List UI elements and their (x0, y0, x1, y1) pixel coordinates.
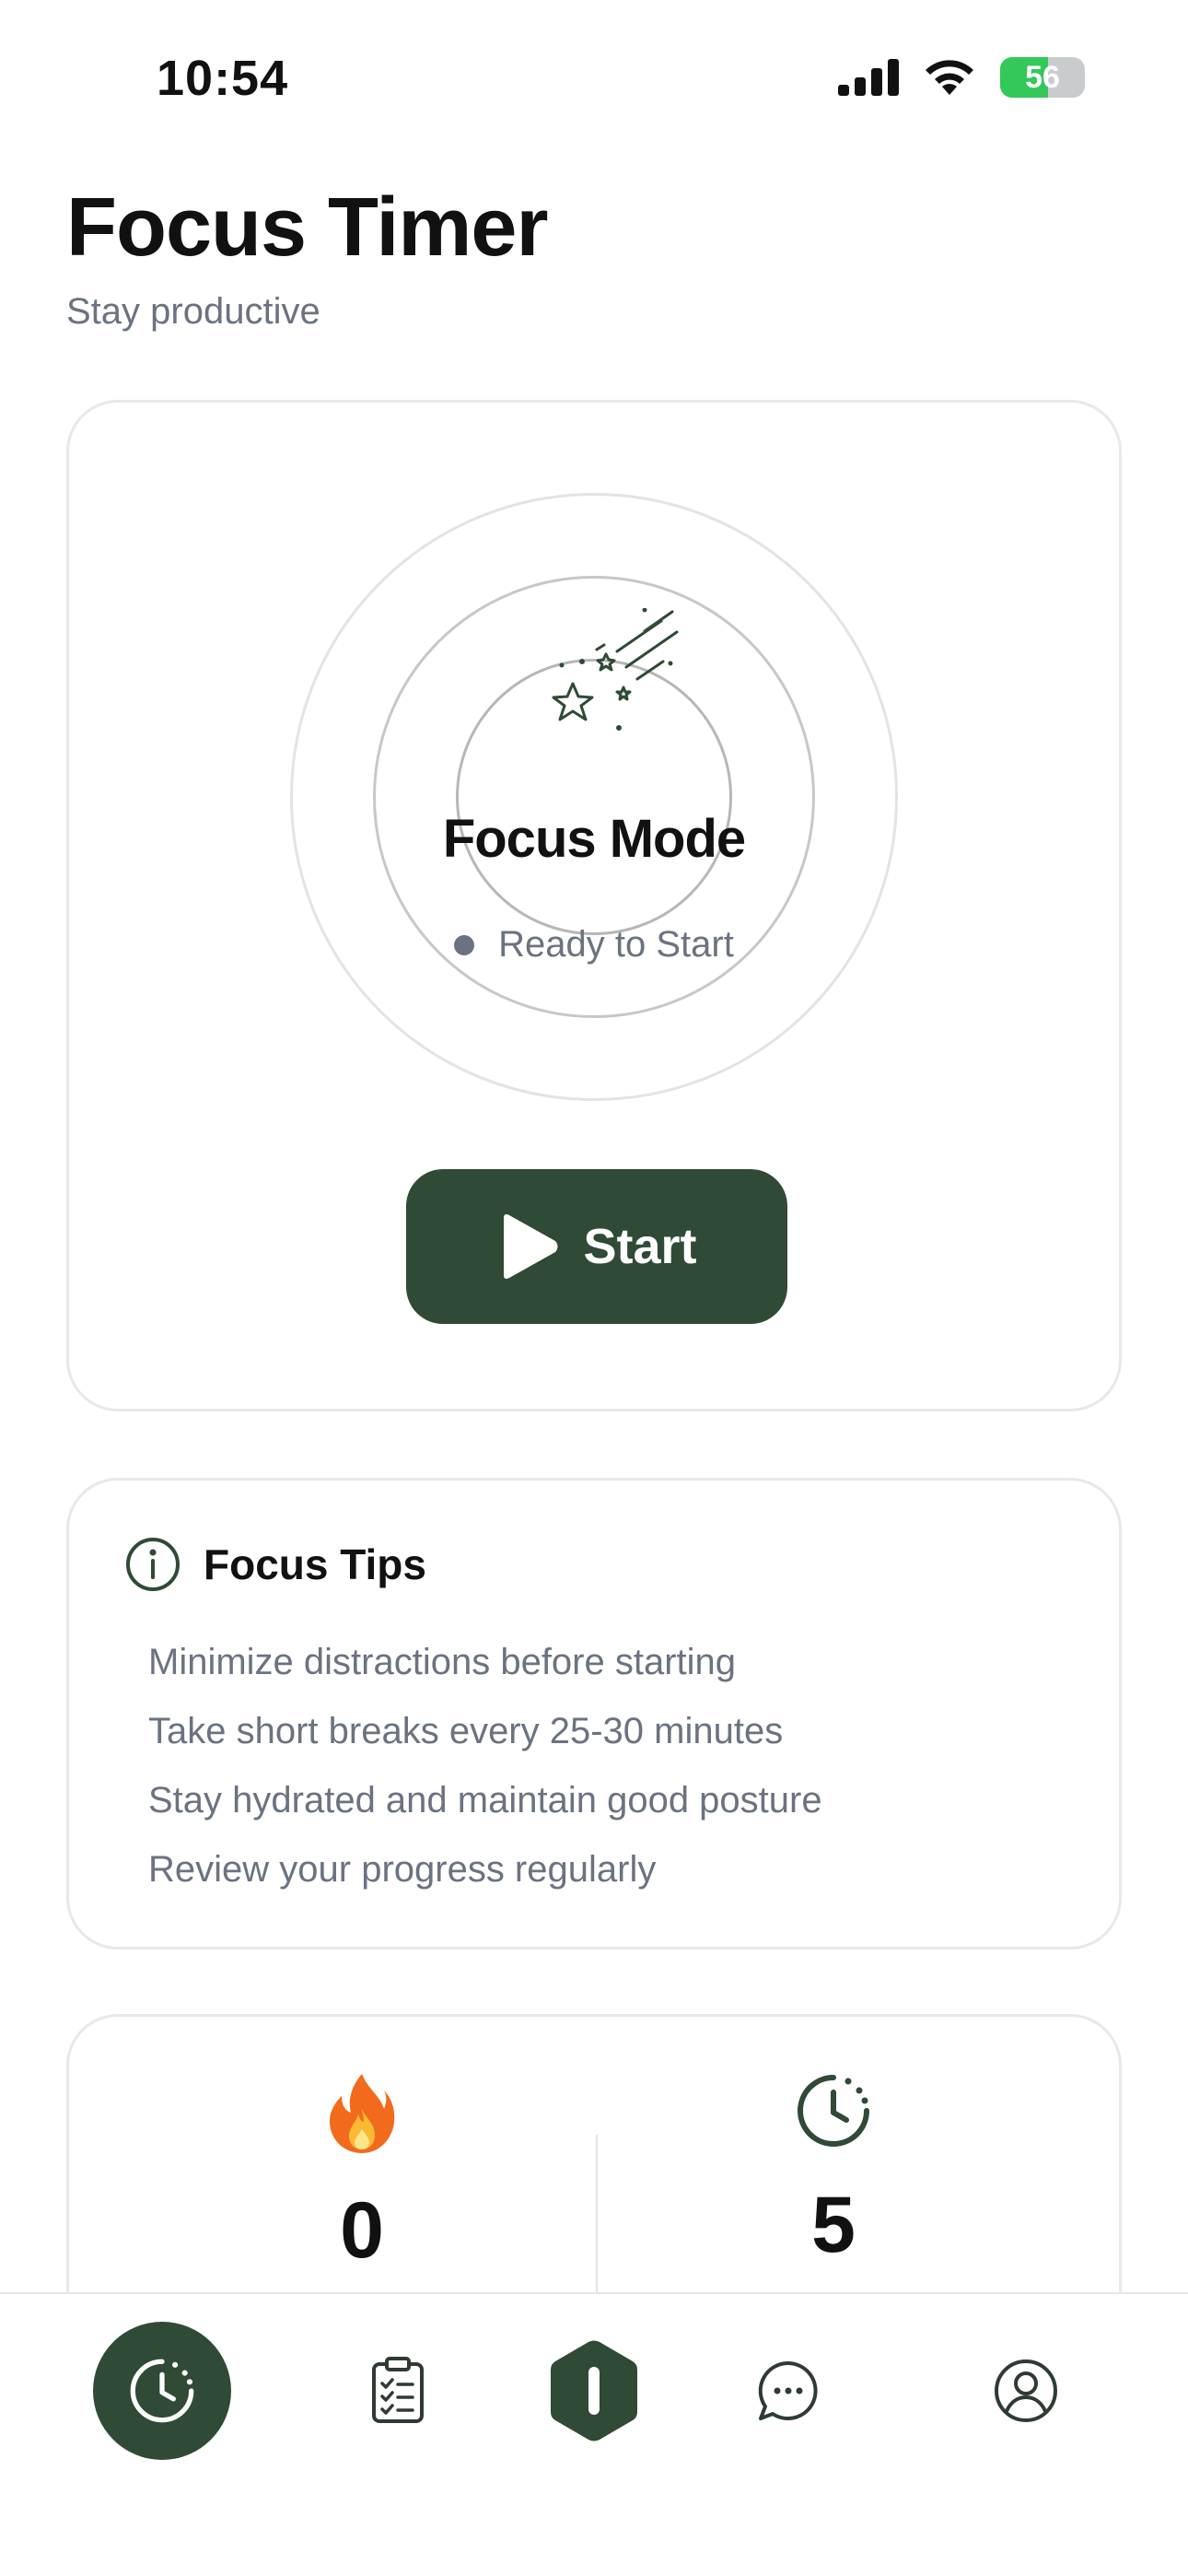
tips-header: Focus Tips (124, 1536, 426, 1593)
focus-rings: Focus Mode Ready to Start (290, 493, 898, 1101)
hexagon-focus-icon (551, 2340, 637, 2441)
start-button-label: Start (583, 1219, 697, 1274)
page-title: Focus Timer (66, 181, 548, 274)
status-time: 10:54 (157, 51, 289, 106)
tip-item: Stay hydrated and maintain good posture (148, 1780, 822, 1821)
info-icon (126, 1538, 180, 1591)
play-icon (504, 1214, 558, 1279)
chat-bubble-icon (758, 2360, 818, 2420)
tab-timer[interactable] (93, 2322, 231, 2460)
wifi-icon (926, 60, 973, 95)
shooting-stars-icon (552, 608, 679, 731)
timer-status-text: Ready to Start (498, 924, 734, 965)
tab-chat[interactable] (719, 2322, 857, 2460)
tips-title: Focus Tips (204, 1540, 426, 1588)
timer-icon (130, 2359, 194, 2423)
clock-icon (798, 2075, 869, 2147)
tip-item: Minimize distractions before starting (148, 1642, 737, 1682)
tab-profile[interactable] (957, 2322, 1095, 2460)
tips-list: Minimize distractions before starting Ta… (148, 1628, 822, 1904)
streak-value: 0 (340, 2186, 384, 2275)
battery-icon: 56 (1000, 57, 1085, 98)
tip-item: Take short breaks every 25-30 minutes (148, 1711, 784, 1751)
sessions-stat: 5 (649, 2072, 1018, 2271)
tab-tasks[interactable] (329, 2322, 467, 2460)
signal-icon (838, 59, 899, 96)
focus-mode-label: Focus Mode (442, 809, 746, 869)
streak-stat: 0 (178, 2072, 546, 2277)
timer-status: Ready to Start (290, 924, 898, 966)
timer-card: Focus Mode Ready to Start Start (66, 400, 1122, 1411)
clipboard-checklist-icon (372, 2357, 424, 2423)
tip-item: Review your progress regularly (148, 1849, 657, 1890)
status-icons: 56 (838, 57, 1085, 98)
tab-focus[interactable] (525, 2322, 663, 2460)
focus-timer-screen: 10:54 56 Focus Timer Stay productive Foc… (0, 0, 1188, 2576)
tab-bar (0, 2292, 1188, 2576)
status-dot (454, 934, 475, 955)
battery-percent: 56 (1025, 59, 1060, 95)
page-subtitle: Stay productive (66, 291, 320, 332)
start-button[interactable]: Start (406, 1169, 787, 1324)
sessions-value: 5 (811, 2181, 856, 2269)
fire-icon (329, 2074, 395, 2153)
profile-icon (995, 2359, 1057, 2422)
focus-tips-card: Focus Tips Minimize distractions before … (66, 1478, 1122, 1950)
